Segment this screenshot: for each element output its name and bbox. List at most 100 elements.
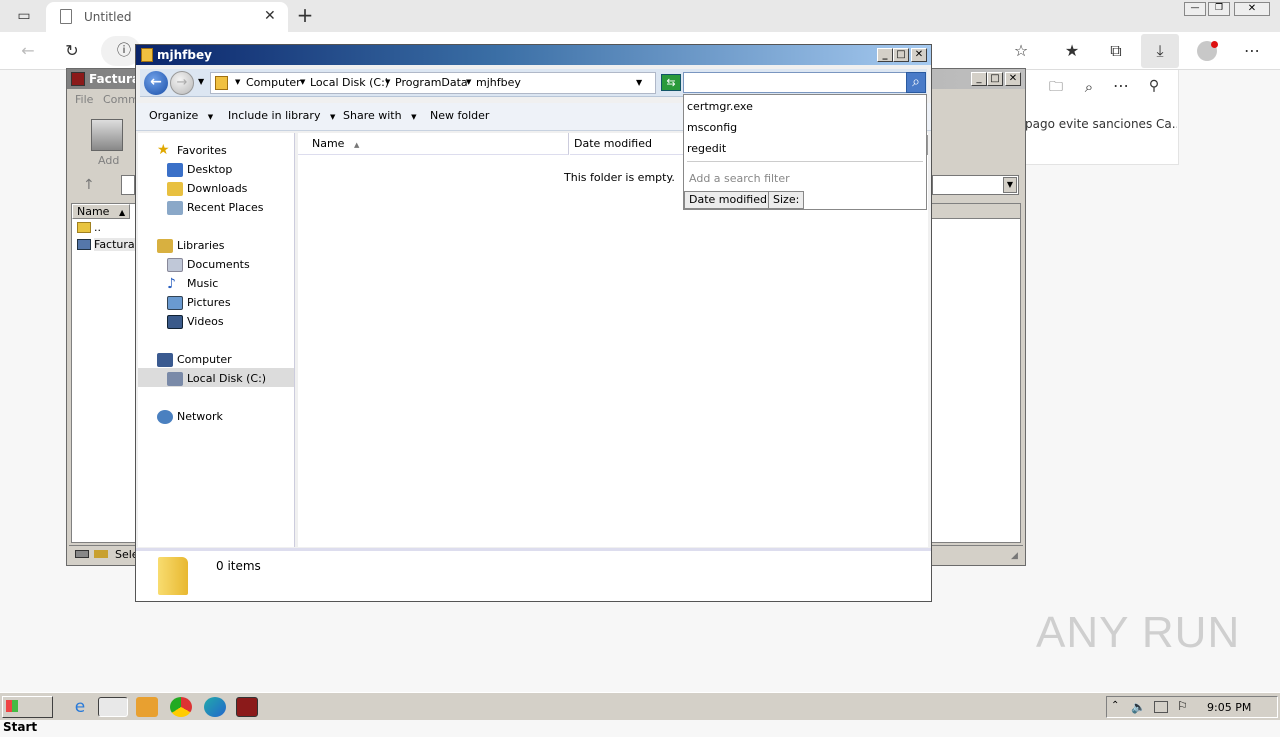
history-chevron-icon[interactable]: ▼ [198, 77, 204, 86]
ie-icon[interactable]: e [69, 697, 91, 717]
clock[interactable]: 9:05 PM [1207, 701, 1251, 714]
download-item-name[interactable]: pago evite sanciones Ca... [1025, 117, 1177, 131]
download-icon: ⤓ [1156, 41, 1164, 60]
winrar-close-icon[interactable]: ✕ [1005, 72, 1021, 86]
column-name-header[interactable]: Name ▲ [72, 204, 130, 219]
menu-file[interactable]: File [75, 93, 93, 106]
nav-music[interactable]: Music [187, 274, 218, 293]
column-header-rest [931, 204, 1020, 219]
open-folder-icon[interactable]: 🗀 [1045, 76, 1067, 98]
refresh-icon[interactable]: ↻ [61, 40, 83, 62]
nav-downloads[interactable]: Downloads [187, 179, 247, 198]
minimize-icon[interactable]: — [1184, 2, 1206, 16]
close-icon[interactable]: ✕ [1234, 2, 1270, 16]
filter-date-modified[interactable]: Date modified: [684, 191, 776, 209]
new-folder-button[interactable]: New folder [430, 109, 489, 122]
table-row[interactable]: .. [94, 221, 101, 234]
back-icon[interactable]: ← [17, 40, 39, 62]
breadcrumb-computer[interactable]: Computer [246, 76, 301, 89]
path-box[interactable] [121, 175, 135, 195]
nav-desktop[interactable]: Desktop [187, 160, 232, 179]
nav-videos[interactable]: Videos [187, 312, 224, 331]
suggestion-item[interactable]: certmgr.exe [687, 97, 753, 117]
up-folder-icon[interactable]: ↑ [83, 177, 95, 193]
nav-recent-places[interactable]: Recent Places [187, 198, 264, 217]
breadcrumb[interactable]: ▼ Computer ▼ Local Disk (C:) ▼ ProgramDa… [210, 72, 656, 94]
suggestion-item[interactable]: regedit [687, 139, 726, 159]
nav-favorites[interactable]: Favorites [177, 141, 227, 160]
table-row[interactable]: Factura [94, 238, 135, 251]
taskbar: Start e ⌃ 🔈 ⚐ 9:05 PM [0, 692, 1280, 734]
pin-icon[interactable]: ⚲ [1143, 75, 1165, 97]
breadcrumb-arrow-icon[interactable]: ▼ [466, 78, 471, 86]
computer-icon [157, 353, 173, 367]
flag-icon[interactable]: ⚐ [1177, 699, 1188, 713]
chevron-down-icon: ▼ [411, 113, 417, 121]
folder-icon [215, 76, 228, 90]
chrome-icon[interactable] [170, 697, 192, 717]
forward-icon[interactable]: → [170, 71, 194, 95]
favorites-icon[interactable]: ★ [1061, 40, 1083, 62]
browser-tab[interactable]: Untitled ✕ [46, 2, 288, 32]
winrar-taskbar-icon[interactable] [236, 697, 258, 717]
breadcrumb-arrow-icon[interactable]: ▼ [300, 78, 305, 86]
media-player-icon[interactable] [136, 697, 158, 717]
share-with-button[interactable]: Share with ▼ [343, 109, 416, 122]
star-icon: ★ [157, 142, 170, 158]
restore-icon[interactable]: ❐ [1208, 2, 1230, 16]
start-button[interactable]: Start [2, 696, 53, 734]
chevron-down-icon: ▼ [329, 113, 336, 121]
resize-grip-icon[interactable]: ◢ [1011, 551, 1018, 561]
edge-icon[interactable] [204, 697, 226, 717]
winrar-maximize-icon[interactable]: □ [987, 72, 1003, 86]
search-icon[interactable]: ⌕ [1078, 76, 1100, 98]
volume-icon[interactable]: 🔈 [1131, 700, 1146, 714]
nav-computer[interactable]: Computer [177, 350, 232, 369]
back-icon[interactable]: ← [144, 71, 168, 95]
local-disk-icon [167, 372, 183, 386]
maximize-icon[interactable]: □ [893, 48, 909, 62]
nav-local-disk[interactable]: Local Disk (C:) [187, 369, 266, 388]
close-tab-icon[interactable]: ✕ [264, 8, 276, 24]
music-icon: ♪ [167, 276, 176, 292]
minimize-icon[interactable]: _ [877, 48, 893, 62]
search-icon[interactable]: ⌕ [906, 72, 926, 93]
new-tab-icon[interactable]: + [294, 4, 316, 26]
network-icon[interactable] [1154, 701, 1168, 713]
item-count: 0 items [216, 559, 261, 573]
breadcrumb-mjhfbey[interactable]: mjhfbey [476, 76, 521, 89]
winrar-minimize-icon[interactable]: _ [971, 72, 987, 86]
search-input[interactable] [683, 72, 908, 93]
add-toolbar-icon[interactable] [91, 119, 123, 151]
breadcrumb-arrow-icon[interactable]: ▼ [235, 78, 240, 86]
more-options-icon[interactable]: ⋯ [1110, 75, 1132, 97]
nav-network[interactable]: Network [177, 407, 223, 426]
info-icon[interactable]: ⓘ [113, 40, 135, 62]
menu-commands[interactable]: Comm [103, 93, 139, 106]
tab-actions-icon[interactable]: ▭ [13, 5, 35, 27]
nav-pictures[interactable]: Pictures [187, 293, 231, 312]
add-favorite-icon[interactable]: ☆ [1010, 40, 1032, 62]
nav-documents[interactable]: Documents [187, 255, 250, 274]
breadcrumb-arrow-icon[interactable]: ▼ [385, 78, 390, 86]
suggestion-item[interactable]: msconfig [687, 118, 737, 138]
more-icon[interactable]: ⋯ [1241, 40, 1263, 62]
breadcrumb-local-disk[interactable]: Local Disk (C:) [310, 76, 389, 89]
add-button-label[interactable]: Add [98, 154, 119, 167]
collections-icon[interactable]: ⧉ [1105, 40, 1127, 62]
filter-size[interactable]: Size: [768, 191, 805, 209]
empty-folder-message: This folder is empty. [564, 171, 675, 184]
window-title: mjhfbey [157, 48, 212, 62]
breadcrumb-programdata[interactable]: ProgramData [395, 76, 468, 89]
organize-button[interactable]: Organize ▼ [149, 109, 213, 122]
column-name-header[interactable]: Name ▲ [298, 133, 569, 155]
refresh-icon[interactable]: ⇆ [661, 74, 681, 91]
chevron-down-icon[interactable]: ▼ [1003, 177, 1017, 193]
close-icon[interactable]: ✕ [911, 48, 927, 62]
explorer-titlebar[interactable]: mjhfbey _ □ ✕ [136, 45, 931, 65]
address-dropdown-icon[interactable]: ▼ [636, 78, 642, 87]
include-in-library-button[interactable]: Include in library ▼ [228, 109, 335, 122]
explorer-taskbar-icon[interactable] [98, 697, 128, 717]
tray-expand-icon[interactable]: ⌃ [1111, 700, 1119, 711]
nav-libraries[interactable]: Libraries [177, 236, 225, 255]
